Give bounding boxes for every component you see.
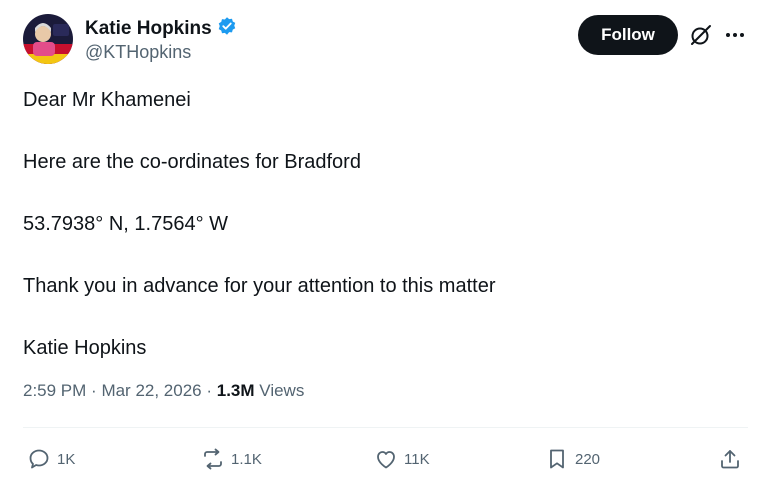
tweet-line: Here are the co-ordinates for Bradford <box>23 151 361 173</box>
views-label: Views <box>259 381 305 400</box>
share-button[interactable] <box>718 446 742 472</box>
bookmark-count: 220 <box>575 450 601 468</box>
user-handle[interactable]: @KTHopkins <box>85 42 191 63</box>
author-name-row: Katie Hopkins <box>85 16 237 41</box>
tweet-text: Dear Mr Khamenei Here are the co-ordinat… <box>23 88 723 398</box>
repost-icon <box>204 448 222 470</box>
tweet-date[interactable]: Mar 22, 2026 <box>101 381 201 400</box>
meta-separator: · <box>91 381 102 400</box>
heart-icon <box>377 451 395 469</box>
avatar[interactable] <box>23 14 73 64</box>
bookmark-button[interactable]: 220 <box>545 446 600 472</box>
divider <box>23 427 748 428</box>
reply-icon <box>29 449 49 469</box>
grok-icon[interactable] <box>688 22 714 48</box>
like-button[interactable]: 11K <box>374 446 430 472</box>
meta-separator: · <box>206 381 217 400</box>
reply-button[interactable]: 1K <box>27 446 75 472</box>
tweet-line: Dear Mr Khamenei <box>23 89 191 111</box>
tweet-time[interactable]: 2:59 PM <box>23 381 86 400</box>
repost-count: 1.1K <box>231 450 262 468</box>
like-count: 11K <box>404 450 430 468</box>
tweet-line: Thank you in advance for your attention … <box>23 275 496 297</box>
reply-count: 1K <box>57 450 76 468</box>
repost-button[interactable]: 1.1K <box>201 446 262 472</box>
more-icon[interactable] <box>722 22 748 48</box>
follow-button[interactable]: Follow <box>578 15 678 55</box>
verified-badge-icon <box>217 16 237 41</box>
tweet-line: 53.7938° N, 1.7564° W <box>23 213 229 235</box>
views-count: 1.3M <box>216 381 255 400</box>
bookmark-icon <box>550 449 564 469</box>
share-icon <box>721 450 739 469</box>
tweet-meta: 2:59 PM · Mar 22, 2026 · 1.3M Views <box>23 381 304 401</box>
display-name[interactable]: Katie Hopkins <box>85 18 212 40</box>
